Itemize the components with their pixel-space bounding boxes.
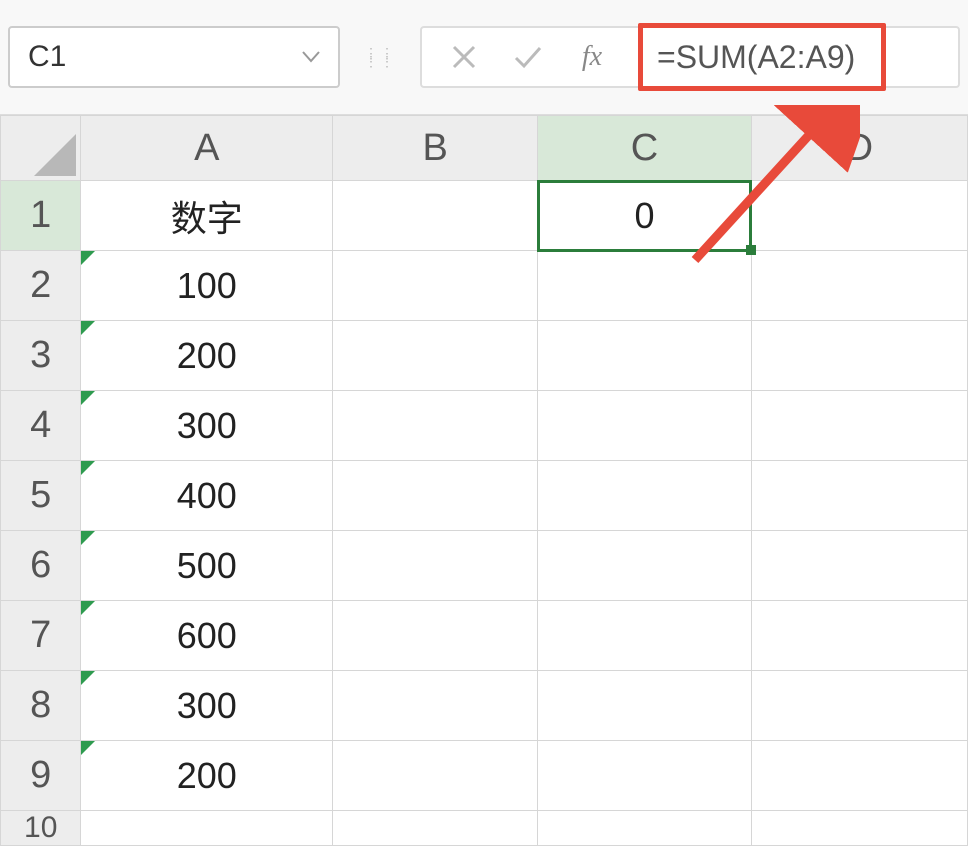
cell-B5[interactable]	[333, 461, 538, 531]
cell-D2[interactable]	[751, 251, 967, 321]
cell-C9[interactable]	[538, 741, 751, 811]
cell-B2[interactable]	[333, 251, 538, 321]
col-header-C[interactable]: C	[538, 116, 751, 181]
cell-B1[interactable]	[333, 181, 538, 251]
enter-icon[interactable]	[496, 27, 560, 87]
cell-D3[interactable]	[751, 321, 967, 391]
cell-C4[interactable]	[538, 391, 751, 461]
fill-handle[interactable]	[746, 245, 756, 255]
cell-B8[interactable]	[333, 671, 538, 741]
cell-A2[interactable]: 100	[81, 251, 333, 321]
select-all-corner[interactable]	[1, 116, 81, 181]
cell-C10[interactable]	[538, 811, 751, 846]
cell-D10[interactable]	[751, 811, 967, 846]
cell-A5[interactable]: 400	[81, 461, 333, 531]
fx-icon[interactable]: fx	[560, 27, 624, 87]
cancel-icon[interactable]	[432, 27, 496, 87]
cell-A1[interactable]: 数字	[81, 181, 333, 251]
row-header-2[interactable]: 2	[1, 251, 81, 321]
row-header-4[interactable]: 4	[1, 391, 81, 461]
cell-B3[interactable]	[333, 321, 538, 391]
cell-C6[interactable]	[538, 531, 751, 601]
cell-B4[interactable]	[333, 391, 538, 461]
formula-controls: fx =SUM(A2:A9)	[420, 26, 960, 88]
col-header-D[interactable]: D	[751, 116, 967, 181]
cell-B7[interactable]	[333, 601, 538, 671]
cell-C7[interactable]	[538, 601, 751, 671]
cell-D9[interactable]	[751, 741, 967, 811]
col-header-A[interactable]: A	[81, 116, 333, 181]
row-header-3[interactable]: 3	[1, 321, 81, 391]
cell-A3[interactable]: 200	[81, 321, 333, 391]
cell-A10[interactable]	[81, 811, 333, 846]
col-header-B[interactable]: B	[333, 116, 538, 181]
row-header-1[interactable]: 1	[1, 181, 81, 251]
row-header-6[interactable]: 6	[1, 531, 81, 601]
formula-input[interactable]: =SUM(A2:A9)	[657, 39, 855, 76]
cell-D7[interactable]	[751, 601, 967, 671]
row-header-5[interactable]: 5	[1, 461, 81, 531]
chevron-down-icon[interactable]	[302, 47, 320, 68]
cell-A6[interactable]: 500	[81, 531, 333, 601]
row-header-7[interactable]: 7	[1, 601, 81, 671]
cell-D6[interactable]	[751, 531, 967, 601]
cell-A8[interactable]: 300	[81, 671, 333, 741]
row-header-8[interactable]: 8	[1, 671, 81, 741]
cell-A7[interactable]: 600	[81, 601, 333, 671]
cell-D4[interactable]	[751, 391, 967, 461]
cell-D1[interactable]	[751, 181, 967, 251]
cell-B10[interactable]	[333, 811, 538, 846]
triangle-icon	[34, 134, 76, 176]
cell-B9[interactable]	[333, 741, 538, 811]
cell-D8[interactable]	[751, 671, 967, 741]
cell-B6[interactable]	[333, 531, 538, 601]
cell-D5[interactable]	[751, 461, 967, 531]
name-box-value: C1	[28, 40, 66, 74]
cell-A4[interactable]: 300	[81, 391, 333, 461]
formula-bar-area: C1 ⋮⋮⋮⋮ fx =SUM(A2:A9)	[0, 0, 968, 115]
name-box[interactable]: C1	[8, 26, 340, 88]
cell-C5[interactable]	[538, 461, 751, 531]
cell-A9[interactable]: 200	[81, 741, 333, 811]
row-header-10[interactable]: 10	[1, 811, 81, 846]
cell-C1[interactable]: 0	[538, 181, 751, 251]
sheet-area: A B C D 1 数字 0 2 100 3	[0, 115, 968, 846]
row-header-9[interactable]: 9	[1, 741, 81, 811]
divider-icon: ⋮⋮⋮⋮	[358, 50, 402, 64]
cell-C2[interactable]	[538, 251, 751, 321]
cell-C8[interactable]	[538, 671, 751, 741]
cell-C3[interactable]	[538, 321, 751, 391]
grid-table: A B C D 1 数字 0 2 100 3	[0, 115, 968, 846]
formula-input-highlight: =SUM(A2:A9)	[638, 23, 886, 91]
